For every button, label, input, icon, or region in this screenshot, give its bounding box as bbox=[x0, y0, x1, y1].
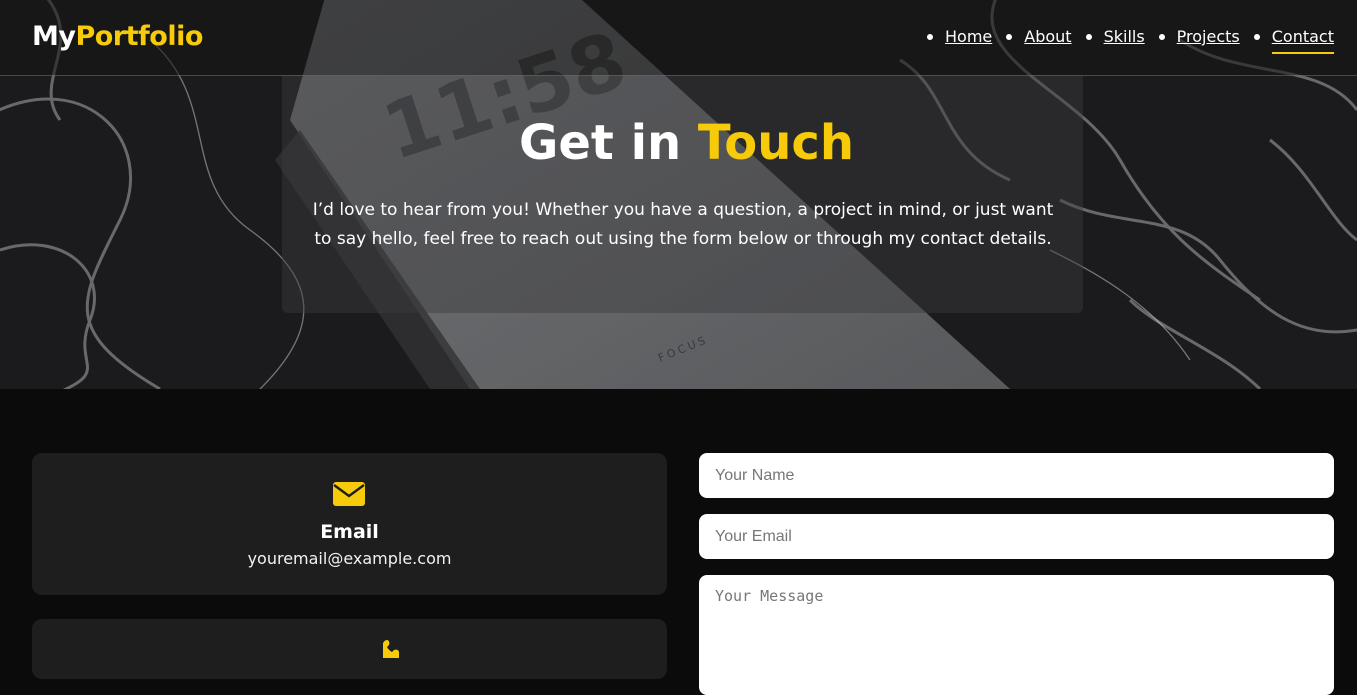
message-textarea[interactable] bbox=[699, 575, 1334, 695]
nav-link-about[interactable]: About bbox=[1024, 26, 1071, 48]
logo-part-2: Portfolio bbox=[75, 21, 203, 52]
email-card-value: youremail@example.com bbox=[247, 549, 452, 568]
nav-link-projects[interactable]: Projects bbox=[1177, 26, 1240, 48]
hero-description: I’d love to hear from you! Whether you h… bbox=[312, 200, 1054, 249]
bullet-icon bbox=[1253, 34, 1260, 40]
page-title: Get in Touch bbox=[8, 112, 1357, 174]
logo-part-1: My bbox=[32, 21, 76, 52]
navbar: MyPortfolio Home About Skills Projects C… bbox=[0, 0, 1357, 76]
nav-item-about: About bbox=[1006, 26, 1072, 48]
hero-content-box bbox=[282, 75, 1083, 313]
bullet-icon bbox=[1006, 34, 1013, 40]
logo[interactable]: MyPortfolio bbox=[32, 18, 203, 56]
email-card: Email youremail@example.com bbox=[32, 453, 667, 595]
nav-link-home[interactable]: Home bbox=[945, 26, 992, 48]
email-input[interactable] bbox=[699, 514, 1334, 559]
name-input[interactable] bbox=[699, 453, 1334, 498]
nav-item-contact: Contact bbox=[1253, 26, 1335, 54]
title-part-2: Touch bbox=[697, 115, 855, 171]
main-nav: Home About Skills Projects Contact bbox=[913, 26, 1335, 54]
nav-link-skills[interactable]: Skills bbox=[1104, 26, 1145, 48]
bullet-icon bbox=[927, 34, 934, 40]
phone-icon bbox=[383, 640, 399, 658]
email-card-title: Email bbox=[320, 521, 379, 543]
title-part-1: Get in bbox=[518, 115, 682, 171]
phone-card bbox=[32, 619, 667, 679]
nav-item-skills: Skills bbox=[1085, 26, 1145, 48]
envelope-icon bbox=[333, 482, 365, 506]
nav-item-projects: Projects bbox=[1158, 26, 1240, 48]
bullet-icon bbox=[1085, 34, 1092, 40]
bullet-icon bbox=[1158, 34, 1165, 40]
nav-item-home: Home bbox=[927, 26, 992, 48]
nav-link-contact[interactable]: Contact bbox=[1271, 26, 1335, 54]
